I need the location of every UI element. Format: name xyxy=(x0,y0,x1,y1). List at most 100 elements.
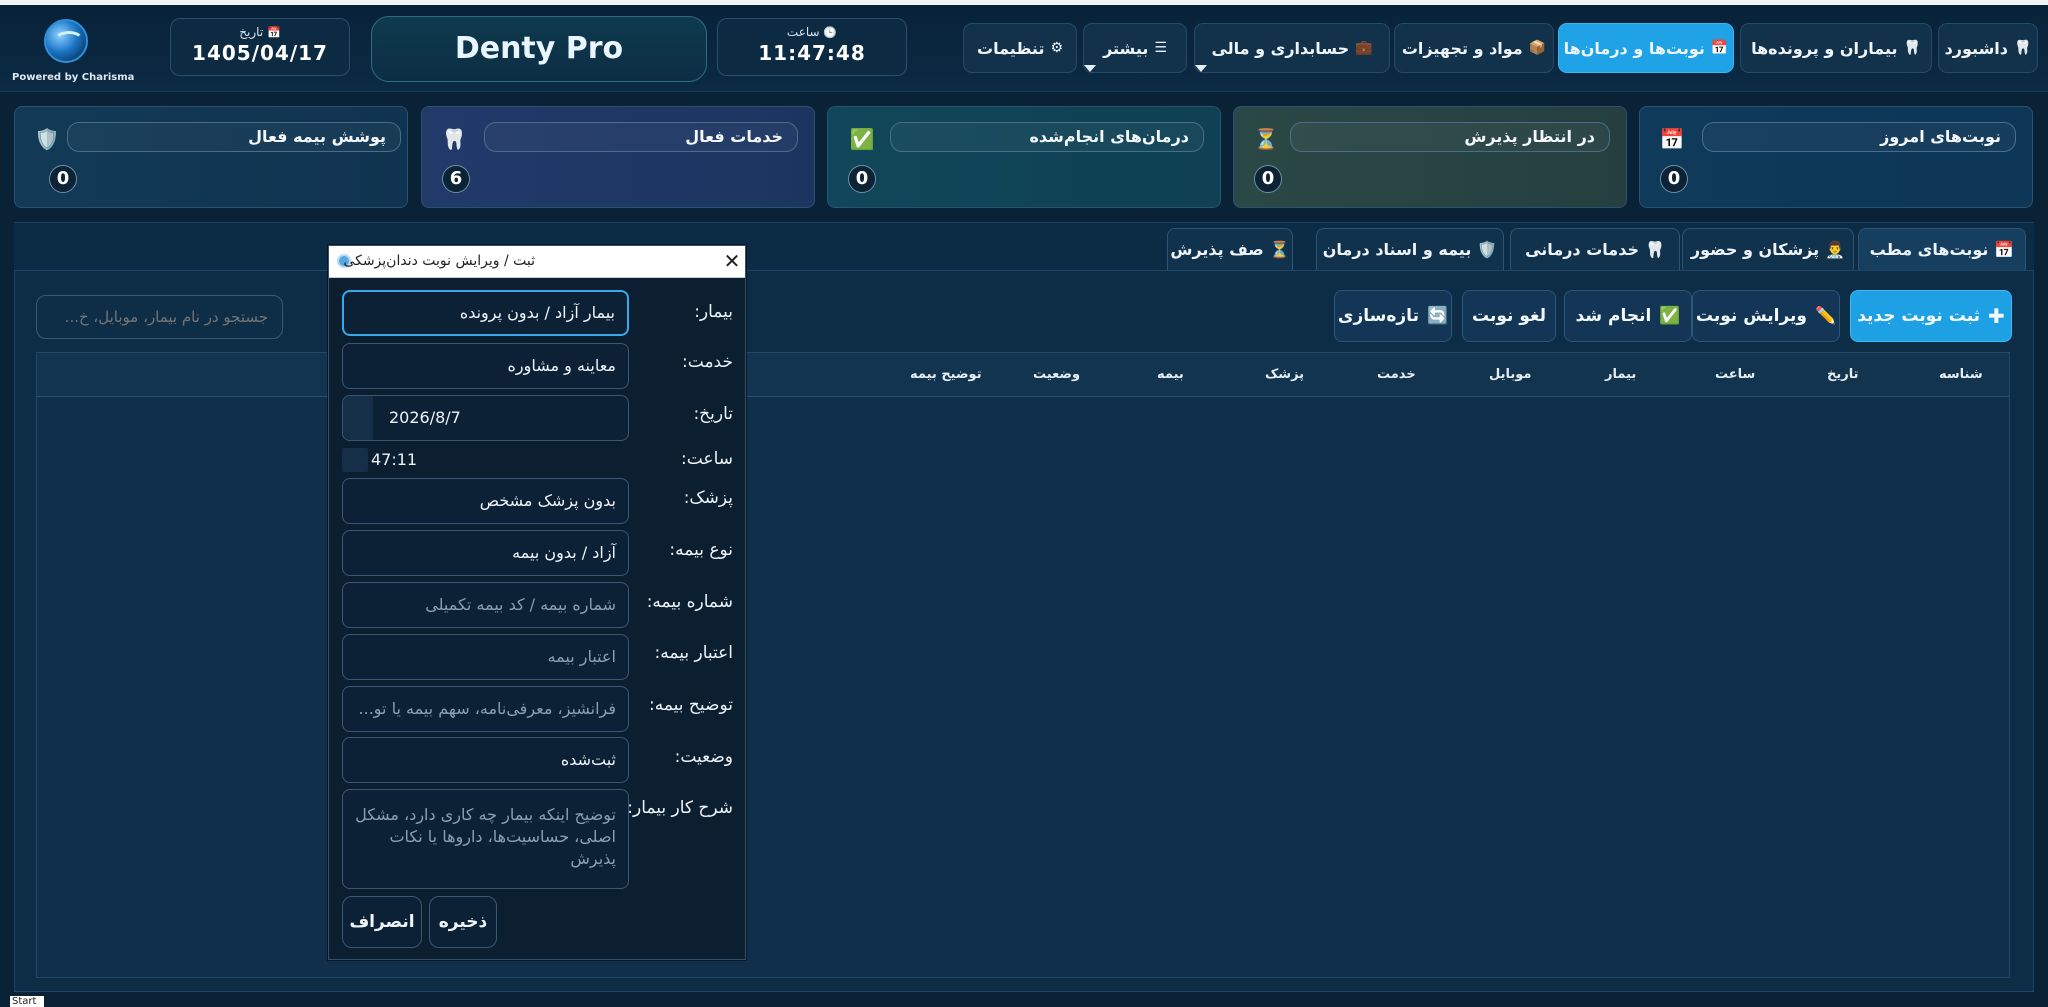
box-icon: 📦 xyxy=(1528,40,1547,56)
tab-insurance-label: بیمه و اسناد درمان xyxy=(1322,240,1472,259)
nav-materials[interactable]: 📦 مواد و تجهیزات xyxy=(1394,23,1554,73)
insurance-type-label: نوع بیمه: xyxy=(669,540,733,560)
app-brand-title: Denty Pro xyxy=(371,16,707,82)
service-label: خدمت: xyxy=(682,352,733,372)
patient-select[interactable]: بیمار آزاد / بدون پرونده xyxy=(342,290,629,336)
column-header-insurance[interactable]: بیمه xyxy=(1157,367,1184,382)
insurance-credit-label: اعتبار بیمه: xyxy=(654,643,733,663)
clock-icon: 🕒 xyxy=(823,26,838,39)
date-picker-button[interactable] xyxy=(343,396,373,440)
time-field[interactable]: 47:11 xyxy=(371,450,417,469)
start-button[interactable]: Start xyxy=(10,996,44,1007)
date-label: تاریخ: xyxy=(693,404,733,424)
description-label: شرح کار بیمار: xyxy=(627,798,733,818)
dialog-title-bar[interactable]: ثبت / ویرایش نوبت دندان‌پزشکی ✕ xyxy=(329,246,745,278)
mark-done-label: انجام شد xyxy=(1575,306,1652,326)
column-header-mobile[interactable]: موبایل xyxy=(1489,367,1531,382)
stat-card-today: 📅 نوبت‌های امروز 0 xyxy=(1639,106,2033,208)
column-header-time[interactable]: ساعت xyxy=(1715,367,1755,382)
tooth-icon: 🦷 xyxy=(441,127,467,151)
cancel-button[interactable]: انصراف xyxy=(342,896,422,948)
refresh-button[interactable]: 🔄 تازه‌سازی xyxy=(1334,290,1452,342)
new-appointment-label: ثبت نوبت جدید xyxy=(1857,306,1981,326)
tab-insurance[interactable]: 🛡️ بیمه و اسناد درمان xyxy=(1316,228,1504,270)
nav-dashboard[interactable]: 🦷 داشبورد xyxy=(1938,23,2038,73)
chevron-down-icon[interactable] xyxy=(1195,65,1207,72)
edit-appointment-label: ویرایش نوبت xyxy=(1695,306,1807,326)
stat-services-value: 6 xyxy=(442,165,470,193)
checkmark-icon: ✅ xyxy=(1659,306,1681,326)
hourglass-icon: ⏳ xyxy=(1253,127,1279,151)
insurance-type-select[interactable]: آزاد / بدون بیمه xyxy=(342,530,629,576)
cancel-appointment-button[interactable]: لغو نوبت xyxy=(1462,290,1556,342)
stat-waiting-label: در انتظار پذیرش xyxy=(1290,122,1610,152)
time-spinner[interactable] xyxy=(342,448,368,472)
stat-insurance-label: پوشش بیمه فعال xyxy=(67,122,401,152)
date-value: 1405/04/17 xyxy=(192,41,328,65)
save-button[interactable]: ذخیره xyxy=(429,896,497,948)
patient-label: بیمار: xyxy=(694,302,733,322)
column-header-patient[interactable]: بیمار xyxy=(1605,367,1636,382)
doctor-select[interactable]: بدون پزشک مشخص xyxy=(342,478,629,524)
dialog-title: ثبت / ویرایش نوبت دندان‌پزشکی xyxy=(343,253,535,269)
nav-appointments[interactable]: 📅 نوبت‌ها و درمان‌ها xyxy=(1558,23,1734,73)
tab-services-label: خدمات درمانی xyxy=(1525,240,1639,259)
plus-icon: ✚ xyxy=(1988,304,2005,328)
nav-materials-label: مواد و تجهیزات xyxy=(1401,38,1523,58)
description-textarea[interactable]: توضیح اینکه بیمار چه کاری دارد، مشکل اصل… xyxy=(342,789,629,889)
date-display: 📅 تاریخ 1405/04/17 xyxy=(170,18,350,76)
nav-settings-label: تنظیمات xyxy=(976,38,1045,58)
status-label: وضعیت: xyxy=(674,747,733,767)
powered-by-text: Powered by Charisma xyxy=(12,72,135,83)
date-label: تاریخ xyxy=(239,25,264,39)
nav-settings[interactable]: ⚙ تنظیمات xyxy=(963,23,1077,73)
column-header-doctor[interactable]: پزشک xyxy=(1265,367,1304,382)
service-select[interactable]: معاینه و مشاوره xyxy=(342,343,629,389)
stat-card-waiting: ⏳ در انتظار پذیرش 0 xyxy=(1233,106,1627,208)
insurance-number-input[interactable]: شماره بیمه / کد بیمه تکمیلی xyxy=(342,582,629,628)
chevron-down-icon[interactable] xyxy=(1084,65,1096,72)
time-value: 11:47:48 xyxy=(758,41,866,65)
tab-clinic-appointments-label: نوبت‌های مطب xyxy=(1869,240,1989,259)
stat-today-value: 0 xyxy=(1660,165,1688,193)
menu-icon: ☰ xyxy=(1154,40,1167,56)
tab-queue[interactable]: ⏳ صف پذیرش xyxy=(1167,228,1293,270)
nav-accounting[interactable]: 💼 حسابداری و مالی xyxy=(1194,23,1390,73)
insurance-credit-input[interactable]: اعتبار بیمه xyxy=(342,634,629,680)
nav-more-label: بیشتر xyxy=(1103,38,1149,58)
time-display: 🕒 ساعت 11:47:48 xyxy=(717,18,907,76)
tab-clinic-appointments[interactable]: 📅 نوبت‌های مطب xyxy=(1858,228,2026,270)
tab-doctors[interactable]: 👨‍⚕️ پزشکان و حضور xyxy=(1682,228,1854,270)
doctor-icon: 👨‍⚕️ xyxy=(1825,240,1846,259)
logo-orb-icon xyxy=(44,19,88,63)
new-appointment-button[interactable]: ✚ ثبت نوبت جدید xyxy=(1850,290,2012,342)
insurance-desc-input[interactable]: فرانشیز، معرفی‌نامه، سهم بیمه یا تو... xyxy=(342,686,629,732)
calendar-icon: 📅 xyxy=(1994,240,2015,259)
nav-appointments-label: نوبت‌ها و درمان‌ها xyxy=(1563,38,1705,58)
edit-appointment-button[interactable]: ✏️ ویرایش نوبت xyxy=(1692,290,1840,342)
search-input[interactable] xyxy=(36,295,283,339)
mark-done-button[interactable]: ✅ انجام شد xyxy=(1564,290,1692,342)
nav-patients-label: بیماران و پرونده‌ها xyxy=(1751,38,1898,58)
date-field[interactable]: 2026/8/7 xyxy=(342,395,629,441)
stat-today-label: نوبت‌های امروز xyxy=(1702,122,2016,152)
appointment-dialog: ثبت / ویرایش نوبت دندان‌پزشکی ✕ بیمار: ب… xyxy=(328,245,746,960)
column-header-date[interactable]: تاریخ xyxy=(1827,367,1859,382)
column-header-id[interactable]: شناسه xyxy=(1939,367,1983,382)
time-label: ساعت xyxy=(786,25,820,39)
status-select[interactable]: ثبت‌شده xyxy=(342,737,629,783)
stat-insurance-value: 0 xyxy=(49,165,77,193)
tab-queue-label: صف پذیرش xyxy=(1170,240,1264,259)
nav-patients[interactable]: 🦷 بیماران و پرونده‌ها xyxy=(1740,23,1932,73)
tooth-icon: 🦷 xyxy=(1644,240,1665,259)
tab-services[interactable]: 🦷 خدمات درمانی xyxy=(1510,228,1680,270)
column-header-insurance-note[interactable]: توضیح بیمه xyxy=(910,367,982,382)
tab-doctors-label: پزشکان و حضور xyxy=(1690,240,1820,259)
insurance-desc-label: توضیح بیمه: xyxy=(649,695,733,715)
column-header-status[interactable]: وضعیت xyxy=(1033,367,1080,382)
stat-done-value: 0 xyxy=(848,165,876,193)
nav-more[interactable]: ☰ بیشتر xyxy=(1083,23,1187,73)
close-icon[interactable]: ✕ xyxy=(719,248,745,274)
column-header-service[interactable]: خدمت xyxy=(1377,367,1416,382)
refresh-icon: 🔄 xyxy=(1426,306,1449,326)
